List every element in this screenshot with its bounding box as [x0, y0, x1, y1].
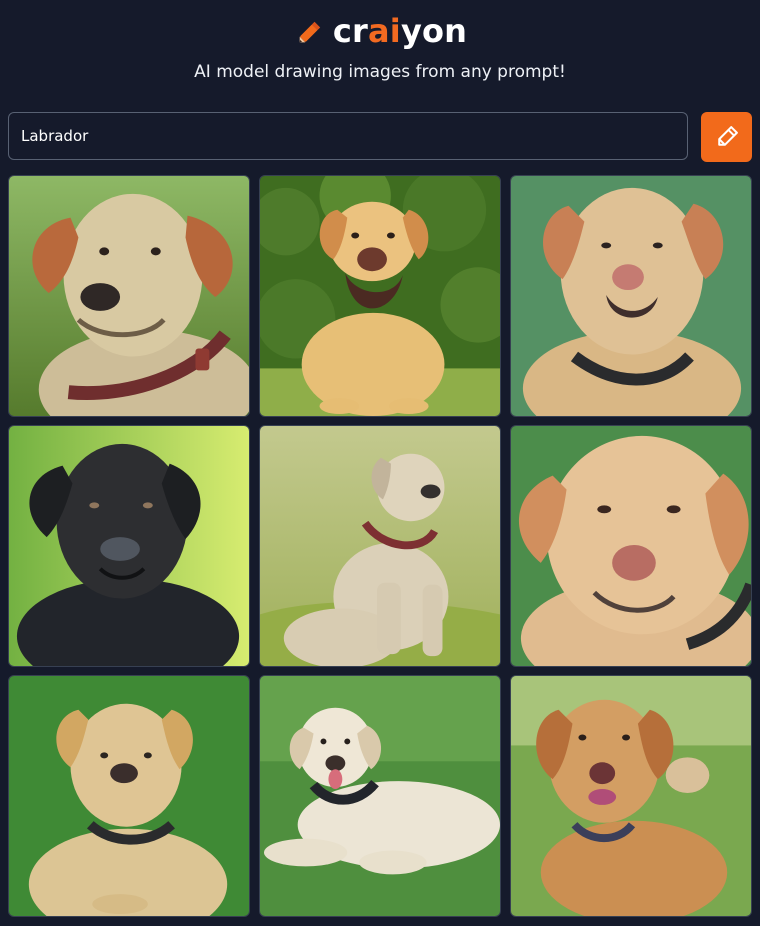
result-image[interactable] — [510, 175, 752, 417]
tagline: AI model drawing images from any prompt! — [194, 62, 566, 82]
result-image[interactable] — [8, 675, 250, 917]
labrador-image — [511, 676, 751, 916]
result-image[interactable] — [259, 425, 501, 667]
result-image[interactable] — [259, 675, 501, 917]
labrador-image — [9, 676, 249, 916]
result-image[interactable] — [259, 175, 501, 417]
draw-button[interactable] — [701, 112, 752, 162]
result-image[interactable] — [8, 425, 250, 667]
prompt-input[interactable] — [8, 112, 688, 160]
pencil-icon — [713, 123, 741, 151]
logo-text-accent: ai — [367, 12, 401, 50]
logo-text-end: yon — [400, 12, 468, 50]
craiyon-logo[interactable]: craiyon — [0, 10, 760, 52]
logo-text: craiyon — [333, 15, 467, 47]
labrador-image — [511, 426, 751, 666]
labrador-image — [260, 676, 500, 916]
pencil-icon — [293, 13, 329, 49]
result-image[interactable] — [8, 175, 250, 417]
labrador-image — [511, 176, 751, 416]
labrador-image — [260, 426, 500, 666]
logo-text-start: cr — [332, 12, 368, 50]
labrador-image — [9, 426, 249, 666]
image-grid — [8, 175, 752, 919]
result-image[interactable] — [510, 675, 752, 917]
craiyon-page: craiyon AI model drawing images from any… — [0, 0, 760, 926]
header: craiyon AI model drawing images from any… — [0, 0, 760, 100]
labrador-image — [9, 176, 249, 416]
labrador-image — [260, 176, 500, 416]
prompt-row — [8, 112, 752, 162]
result-image[interactable] — [510, 425, 752, 667]
